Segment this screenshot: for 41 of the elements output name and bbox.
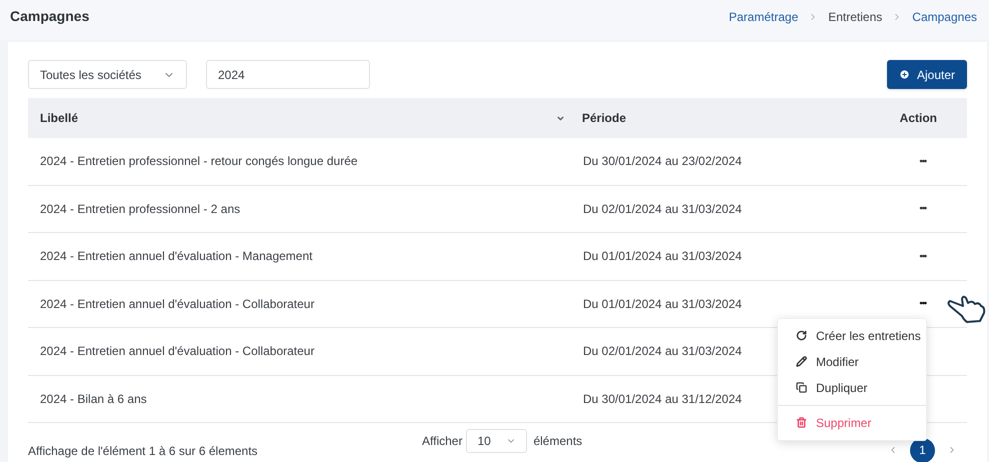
- table-cell-text: Du 02/01/2024 au 31/03/2024: [583, 200, 742, 218]
- table-cell-text: Du 30/01/2024 au 23/02/2024: [583, 153, 742, 170]
- company-select[interactable]: Toutes les sociétés: [28, 60, 187, 89]
- column-header: Période: [581, 110, 628, 127]
- year-field[interactable]: 2024: [206, 60, 370, 89]
- table-cell-text: Du 30/01/2024 au 31/12/2024: [583, 390, 742, 408]
- copy-icon: [796, 382, 807, 393]
- items-label: éléments: [533, 433, 582, 450]
- table-cell-text: 2024 - Entretien annuel d'évaluation - Collaborateur: [39, 343, 316, 360]
- more-button[interactable]: •••: [920, 154, 926, 168]
- table-cell-text: 2024 - Entretien annuel d'évaluation - Management: [39, 248, 314, 266]
- breadcrumb-link[interactable]: Paramétrage: [728, 8, 798, 26]
- pencil-icon: [796, 356, 807, 367]
- plus-icon: [898, 69, 910, 80]
- table-cell-text: 2024 - Bilan à 6 ans: [39, 390, 148, 408]
- page-size-select[interactable]: 10: [466, 429, 528, 453]
- menu-item[interactable]: Créer les entretiens: [778, 322, 926, 348]
- show-label: Afficher: [422, 433, 462, 450]
- refresh-icon: [796, 330, 807, 341]
- column-header[interactable]: Libellé: [28, 109, 556, 127]
- column-header: Action: [900, 110, 938, 127]
- add-button[interactable]: Ajouter: [886, 60, 967, 89]
- trash-icon: [796, 417, 807, 428]
- menu-item[interactable]: Supprimer: [778, 410, 926, 436]
- pagination-info: Affichage de l'élément 1 à 6 sur 6 élements: [28, 443, 259, 460]
- table-cell-text: 2024 - Entretien professionnel - retour congés longue durée: [39, 153, 359, 170]
- sort-icon[interactable]: [556, 114, 565, 122]
- table-cell-text: 2024 - Entretien annuel d'évaluation - Collaborateur: [39, 296, 316, 313]
- page-title: Campagnes: [10, 7, 90, 26]
- more-button[interactable]: •••: [920, 297, 926, 310]
- more-button[interactable]: •••: [920, 250, 926, 263]
- breadcrumb-link[interactable]: Campagnes: [912, 8, 977, 26]
- breadcrumb-item: Entretiens: [828, 9, 882, 26]
- more-button[interactable]: •••: [920, 202, 926, 216]
- table-cell-text: Du 02/01/2024 au 31/03/2024: [583, 343, 742, 360]
- menu-item[interactable]: Modifier: [778, 348, 926, 374]
- menu-item[interactable]: Dupliquer: [778, 374, 926, 400]
- table-cell-text: Du 01/01/2024 au 31/03/2024: [583, 296, 742, 313]
- page-button[interactable]: 1: [910, 438, 935, 462]
- table-cell-text: 2024 - Entretien professionnel - 2 ans: [39, 200, 242, 218]
- table-cell-text: Du 01/01/2024 au 31/03/2024: [583, 248, 742, 266]
